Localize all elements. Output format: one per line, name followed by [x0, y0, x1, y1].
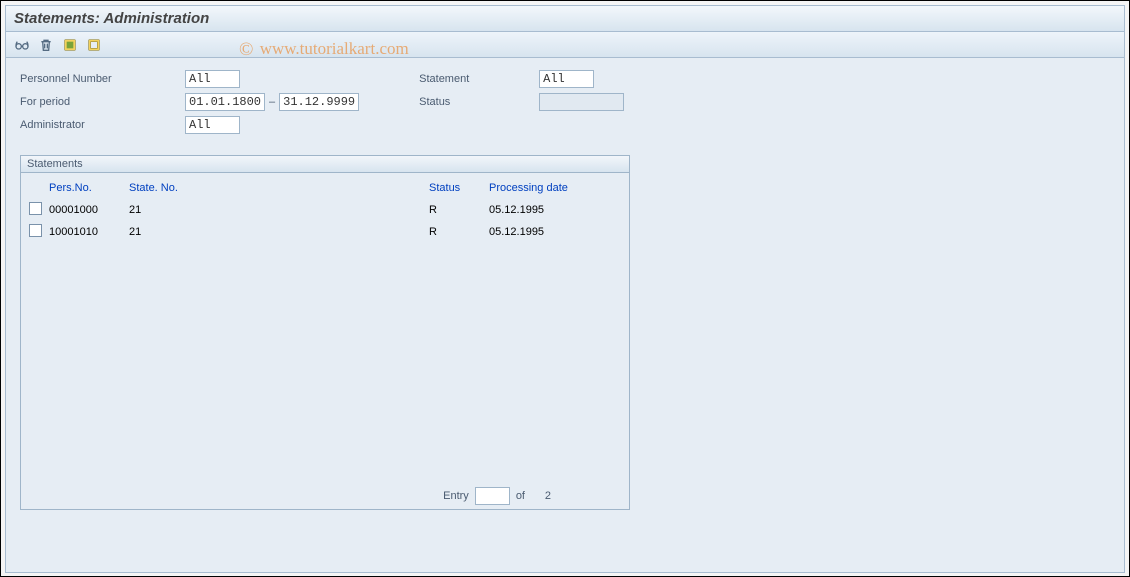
- personnel-number-input[interactable]: [185, 70, 240, 88]
- toolbar: [5, 32, 1125, 58]
- period-dash: –: [269, 96, 275, 108]
- table-row[interactable]: 10001010 21 R 05.12.1995: [21, 221, 629, 243]
- cell-stateno: 21: [129, 226, 429, 238]
- cell-procdate: 05.12.1995: [489, 226, 609, 238]
- status-label: Status: [419, 96, 539, 108]
- filter-block: Personnel Number For period – Administra…: [20, 68, 1110, 137]
- for-period-from-input[interactable]: [185, 93, 265, 111]
- statements-panel: Statements Pers.No. State. No. Status Pr…: [20, 155, 630, 510]
- select-all-icon[interactable]: [60, 35, 80, 55]
- window-title: Statements: Administration: [14, 10, 209, 27]
- for-period-label: For period: [20, 96, 185, 108]
- cell-status: R: [429, 226, 489, 238]
- entry-input[interactable]: [475, 487, 510, 505]
- entry-total: 2: [531, 490, 551, 502]
- main-area: Personnel Number For period – Administra…: [5, 58, 1125, 573]
- panel-body: 00001000 21 R 05.12.1995 10001010 21 R 0…: [21, 199, 629, 482]
- administrator-label: Administrator: [20, 119, 185, 131]
- panel-title: Statements: [21, 156, 629, 173]
- col-procdate[interactable]: Processing date: [489, 182, 609, 194]
- row-checkbox[interactable]: [29, 224, 42, 237]
- personnel-number-label: Personnel Number: [20, 73, 185, 85]
- statement-label: Statement: [419, 73, 539, 85]
- glasses-icon[interactable]: [12, 35, 32, 55]
- cell-procdate: 05.12.1995: [489, 204, 609, 216]
- cell-persno: 10001010: [49, 226, 129, 238]
- deselect-all-icon[interactable]: [84, 35, 104, 55]
- entry-label: Entry: [443, 490, 469, 502]
- filter-col-left: Personnel Number For period – Administra…: [20, 68, 359, 137]
- col-status[interactable]: Status: [429, 182, 489, 194]
- row-checkbox[interactable]: [29, 202, 42, 215]
- of-label: of: [516, 490, 525, 502]
- table-row[interactable]: 00001000 21 R 05.12.1995: [21, 199, 629, 221]
- statement-input[interactable]: [539, 70, 594, 88]
- panel-header: Pers.No. State. No. Status Processing da…: [21, 177, 629, 199]
- administrator-input[interactable]: [185, 116, 240, 134]
- app-frame: Statements: Administration Personnel Num…: [1, 1, 1129, 576]
- panel-footer: Entry of 2: [21, 482, 559, 509]
- trash-icon[interactable]: [36, 35, 56, 55]
- for-period-to-input[interactable]: [279, 93, 359, 111]
- col-persno[interactable]: Pers.No.: [49, 182, 129, 194]
- title-bar: Statements: Administration: [5, 5, 1125, 32]
- filter-col-right: Statement Status: [419, 68, 624, 137]
- cell-status: R: [429, 204, 489, 216]
- cell-persno: 00001000: [49, 204, 129, 216]
- status-input[interactable]: [539, 93, 624, 111]
- col-stateno[interactable]: State. No.: [129, 182, 429, 194]
- cell-stateno: 21: [129, 204, 429, 216]
